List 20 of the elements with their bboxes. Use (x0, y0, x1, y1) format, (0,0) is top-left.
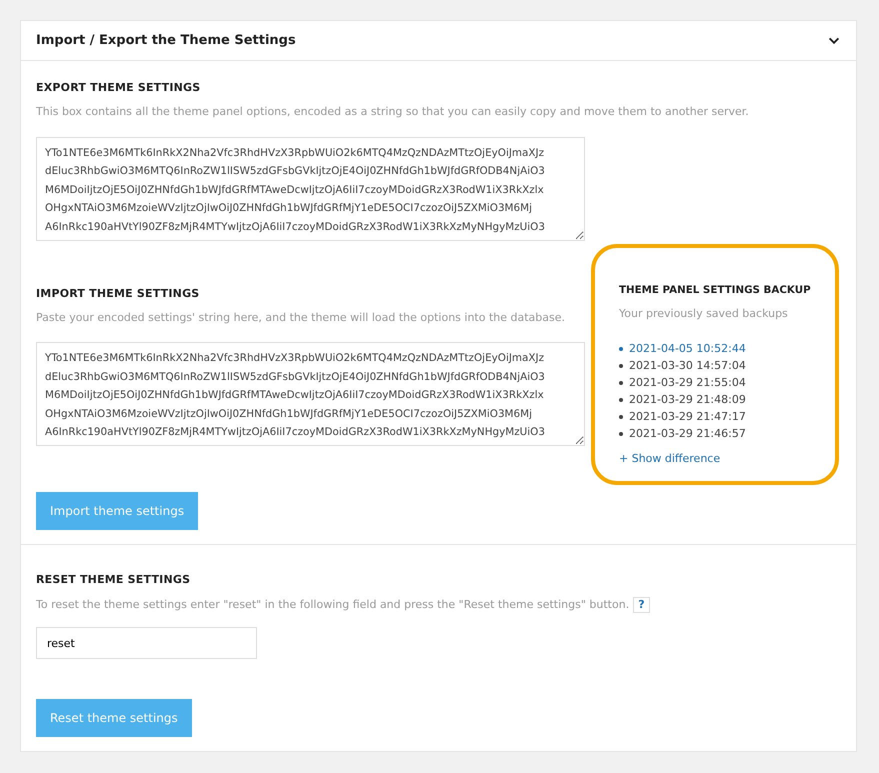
section-heading: EXPORT THEME SETTINGS (36, 81, 202, 94)
section-description: To reset the theme settings enter "reset" in the following field and press the "Reset theme settings" button. (36, 596, 630, 613)
backup-item[interactable]: 2021-04-05 10:52:44 (619, 340, 831, 358)
section-description: This box contains all the theme panel options, encoded as a string so that you can easily copy and move them to another server. (36, 104, 750, 120)
panel-title: Import / Export the Theme Settings (36, 32, 296, 48)
reset-field[interactable]: reset (36, 627, 257, 660)
export-textarea[interactable]: YTo1NTE6e3M6MTk6InRkX2Nha2Vfc3RhdHVzX3RpbWUiO2k6MTQ4MzQzNDAzMTtzOjEyOiJmaXJz dEluc3RhbGwiO3M6MTQ6InRoZW1lISW5zdGFsbGVkIjtzOjE4OiJ0ZHNfdGh1bWJfdGRfODB4NjAiO3 M6MDoiIjtzOjE5OiJ0ZHNfdGh1bWJfdGRfMTAweDcwIjtzOjA6IiI7czoyMDoidGRzX3RodW1iX3RkXzlx OHgxNTAiO3M6MzoieWVzIjtzOjIwOiJ0ZHNfdGh1bWJfdGRfMjY1eDE5OCI7czozOiJ5ZXMiO3M6Mj A6InRkc190aHVtYl90ZF8zMjR4MTYwIjtzOjA6IiI7czoyMDoidGRzX3RodW1iX3RkXzMyNHgyMzUiO3 (36, 136, 585, 241)
backup-item[interactable]: 2021-03-29 21:46:57 (619, 426, 831, 443)
section-description: Your previously saved backups (619, 306, 789, 322)
section-heading: THEME PANEL SETTINGS BACKUP (619, 284, 812, 296)
backup-item[interactable]: 2021-03-29 21:48:09 (619, 392, 831, 409)
backup-item[interactable]: 2021-03-29 21:47:17 (619, 408, 831, 426)
show-difference-link[interactable]: + Show difference (619, 452, 720, 465)
backup-item[interactable]: 2021-03-29 21:55:04 (619, 374, 831, 392)
section-description: Paste your encoded settings' string here, and the theme will load the options into the database. (36, 310, 566, 326)
section-heading: IMPORT THEME SETTINGS (36, 286, 200, 300)
section-heading: RESET THEME SETTINGS (36, 573, 192, 587)
import-textarea[interactable]: YTo1NTE6e3M6MTk6InRkX2Nha2Vfc3RhdHVzX3RpbWUiO2k6MTQ4MzQzNDAzMTtzOjEyOiJmaXJz dEluc3RhbGwiO3M6MTQ6InRoZW1lISW5zdGFsbGVkIjtzOjE4OiJ0ZHNfdGh1bWJfdGRfODB4NjAiO3 M6MDoiIjtzOjE5OiJ0ZHNfdGh1bWJfdGRfMTAweDcwIjtzOjA6IiI7czoyMDoidGRzX3RodW1iX3RkXzlx OHgxNTAiO3M6MzoieWVzIjtzOjIwOiJ0ZHNfdGh1bWJfdGRfMjY1eDE5OCI7czozOiJ5ZXMiO3M6Mj A6InRkc190aHVtYl90ZF8zMjR4MTYwIjtzOjA6IiI7czoyMDoidGRzX3RodW1iX3RkXzMyNHgyMzUiO3 (36, 342, 585, 446)
backup-item[interactable]: 2021-03-30 14:57:04 (619, 358, 831, 375)
help-button[interactable]: ? (633, 596, 650, 613)
